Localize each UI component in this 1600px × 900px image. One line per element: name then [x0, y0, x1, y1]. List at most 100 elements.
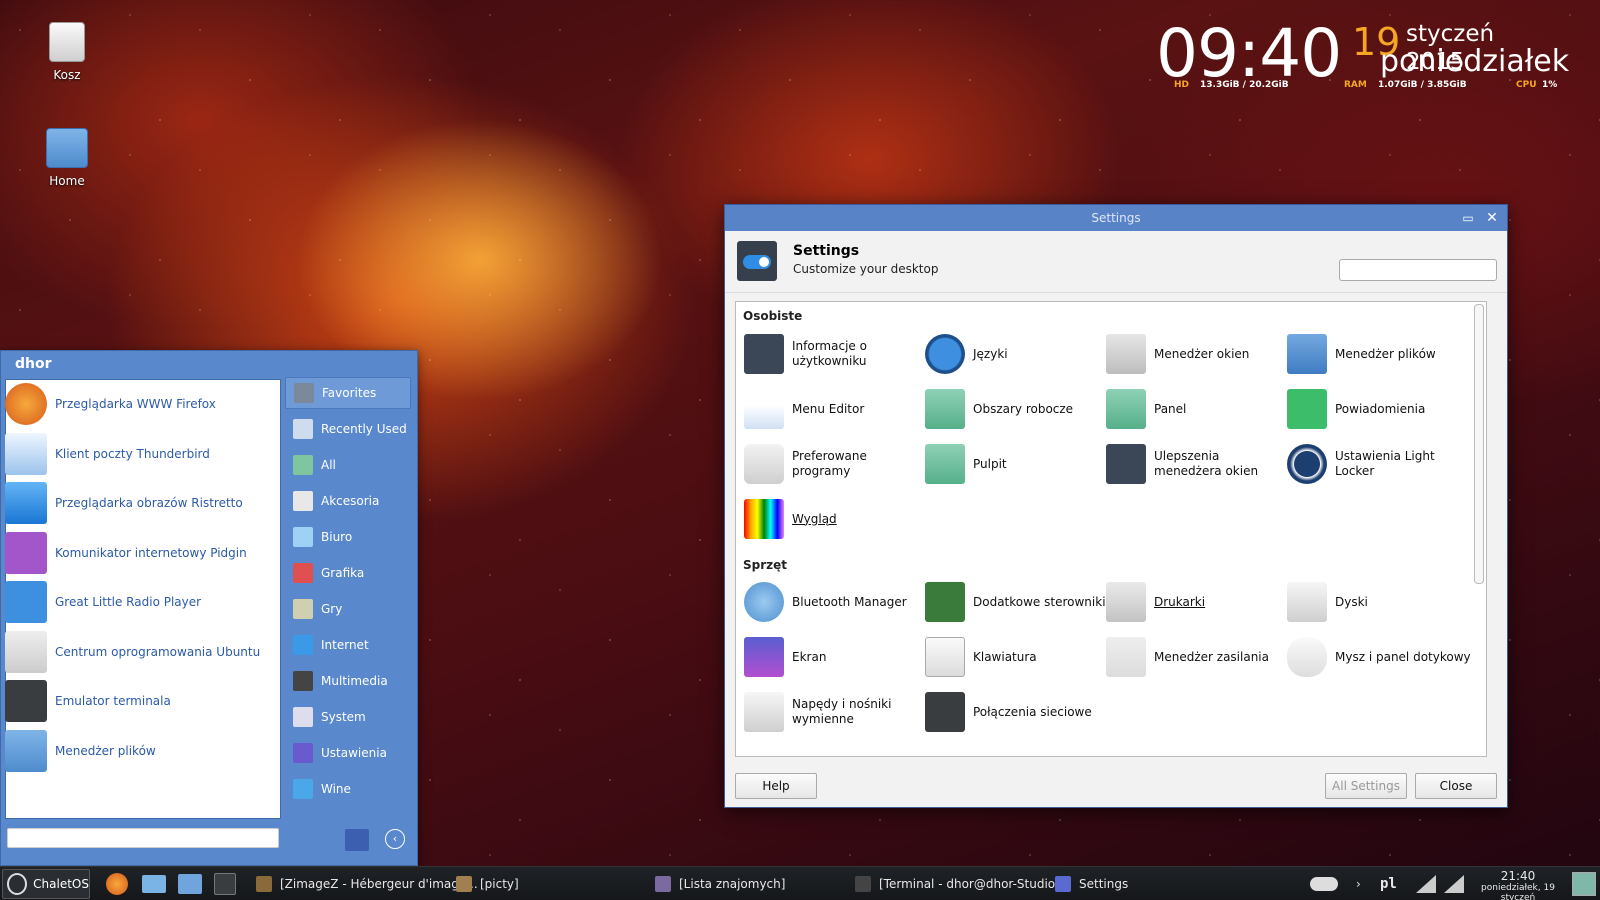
show-desktop-button[interactable] [1572, 867, 1596, 900]
hardware-item[interactable]: Mysz i panel dotykowy [1287, 633, 1471, 681]
personal-item[interactable]: Wygląd [744, 495, 928, 543]
hardware-item[interactable]: Menedżer zasilania [1106, 633, 1290, 681]
personal-item[interactable]: Języki [925, 330, 1109, 378]
maximize-icon[interactable]: ▭ [1459, 209, 1477, 227]
settings-item-label: Ulepszenia menedżera okien [1154, 449, 1259, 478]
settings-manager-icon[interactable] [345, 829, 369, 851]
hardware-item[interactable]: Ekran [744, 633, 928, 681]
menu-category-2[interactable]: All [285, 449, 411, 481]
launcher-firefox[interactable] [106, 867, 136, 900]
hardware-item[interactable]: Bluetooth Manager [744, 578, 928, 626]
menu-category-1[interactable]: Recently Used [285, 413, 411, 445]
menu-category-0[interactable]: Favorites [285, 377, 411, 409]
taskbar-task[interactable]: Settings [1055, 867, 1128, 900]
hardware-9-icon [925, 692, 965, 732]
signal-icon[interactable] [1416, 867, 1436, 900]
app-6-icon [5, 680, 47, 722]
taskbar-task[interactable]: [ZimageZ - Hébergeur d'image... [256, 867, 478, 900]
volume-icon[interactable] [1444, 867, 1464, 900]
start-button[interactable]: ChaletOS [2, 869, 90, 899]
menu-category-4[interactable]: Biuro [285, 521, 411, 553]
settings-item-label: Ekran [792, 649, 827, 664]
settings-item-label: Wygląd [792, 511, 837, 526]
personal-item[interactable]: Pulpit [925, 440, 1109, 488]
desktop-icon-trash[interactable]: Kosz [22, 22, 112, 82]
personal-item[interactable]: Menedżer okien [1106, 330, 1290, 378]
personal-2-icon [1106, 334, 1146, 374]
menu-category-label: Ustawienia [321, 746, 387, 760]
menu-app-item[interactable]: Great Little Radio Player [5, 579, 273, 625]
launcher-terminal[interactable] [214, 867, 244, 900]
hardware-8-icon [744, 692, 784, 732]
menu-app-item[interactable]: Emulator terminala [5, 678, 273, 724]
chevron-right-icon[interactable]: › [1356, 867, 1361, 900]
menu-app-item[interactable]: Menedżer plików [5, 728, 273, 774]
close-icon[interactable]: ✕ [1483, 209, 1501, 227]
category-5-icon [293, 563, 313, 583]
hardware-item[interactable]: Napędy i nośniki wymienne [744, 688, 928, 736]
hardware-6-icon [1106, 637, 1146, 677]
personal-item[interactable]: Menedżer plików [1287, 330, 1471, 378]
hardware-item[interactable]: Połączenia sieciowe [925, 688, 1109, 736]
settings-item-label: Połączenia sieciowe [973, 704, 1092, 719]
switch-user-icon[interactable]: ‹ [385, 829, 405, 849]
help-button[interactable]: Help [735, 773, 817, 799]
menu-category-7[interactable]: Internet [285, 629, 411, 661]
category-2-icon [293, 455, 313, 475]
category-9-icon [293, 707, 313, 727]
menu-category-label: Recently Used [321, 422, 407, 436]
menu-app-item[interactable]: Komunikator internetowy Pidgin [5, 530, 273, 576]
personal-item[interactable]: Informacje o użytkowniku [744, 330, 928, 378]
menu-category-10[interactable]: Ustawienia [285, 737, 411, 769]
menu-category-11[interactable]: Wine [285, 773, 411, 805]
scrollbar[interactable] [1474, 304, 1484, 584]
personal-item[interactable]: Ulepszenia menedżera okien [1106, 440, 1290, 488]
section-heading-personal: Osobiste [743, 309, 803, 323]
taskbar-clock[interactable]: 21:40 poniedziałek, 19 styczeń [1470, 869, 1566, 900]
personal-item[interactable]: Panel [1106, 385, 1290, 433]
desktop-icon-label: Home [49, 174, 85, 188]
menu-app-item[interactable]: Przeglądarka WWW Firefox [5, 381, 273, 427]
close-button[interactable]: Close [1415, 773, 1497, 799]
menu-app-item[interactable]: Centrum oprogramowania Ubuntu [5, 629, 273, 675]
settings-titlebar[interactable]: Settings ▭ ✕ [725, 205, 1507, 231]
menu-category-5[interactable]: Grafika [285, 557, 411, 589]
settings-item-label: Języki [973, 346, 1008, 361]
menu-app-item[interactable]: Klient poczty Thunderbird [5, 431, 273, 477]
hardware-1-icon [925, 582, 965, 622]
category-11-icon [293, 779, 313, 799]
menu-category-3[interactable]: Akcesoria [285, 485, 411, 517]
launcher-files[interactable] [178, 867, 210, 900]
cloud-sync-icon[interactable] [1310, 867, 1346, 900]
all-settings-button[interactable]: All Settings [1325, 773, 1407, 799]
terminal-icon [214, 873, 236, 895]
personal-item[interactable]: Preferowane programy [744, 440, 928, 488]
desktop-icon-home[interactable]: Home [22, 128, 112, 188]
settings-item-label: Powiadomienia [1335, 401, 1426, 416]
keyboard-layout[interactable]: pl [1380, 867, 1397, 900]
taskbar-task[interactable]: [Lista znajomych] [655, 867, 785, 900]
menu-category-6[interactable]: Gry [285, 593, 411, 625]
hardware-item[interactable]: Dyski [1287, 578, 1471, 626]
personal-item[interactable]: Powiadomienia [1287, 385, 1471, 433]
app-3-icon [5, 531, 47, 574]
settings-item-label: Panel [1154, 401, 1187, 416]
hardware-item[interactable]: Klawiatura [925, 633, 1109, 681]
category-6-icon [293, 599, 313, 619]
launcher-mail[interactable] [142, 867, 174, 900]
hd-value: 13.3GiB / 20.2GiB [1200, 80, 1289, 90]
settings-item-label: Preferowane programy [792, 449, 867, 478]
personal-item[interactable]: Obszary robocze [925, 385, 1109, 433]
hardware-item[interactable]: Drukarki [1106, 578, 1290, 626]
settings-search-input[interactable] [1339, 259, 1497, 281]
taskbar-task[interactable]: [Terminal - dhor@dhor-Studio... [855, 867, 1066, 900]
category-8-icon [293, 671, 313, 691]
menu-search-input[interactable] [7, 828, 279, 848]
personal-item[interactable]: Ustawienia Light Locker [1287, 440, 1471, 488]
taskbar-task[interactable]: [picty] [456, 867, 519, 900]
hardware-item[interactable]: Dodatkowe sterowniki [925, 578, 1109, 626]
menu-category-8[interactable]: Multimedia [285, 665, 411, 697]
menu-app-item[interactable]: Przeglądarka obrazów Ristretto [5, 480, 273, 526]
personal-item[interactable]: Menu Editor [744, 385, 928, 433]
menu-category-9[interactable]: System [285, 701, 411, 733]
